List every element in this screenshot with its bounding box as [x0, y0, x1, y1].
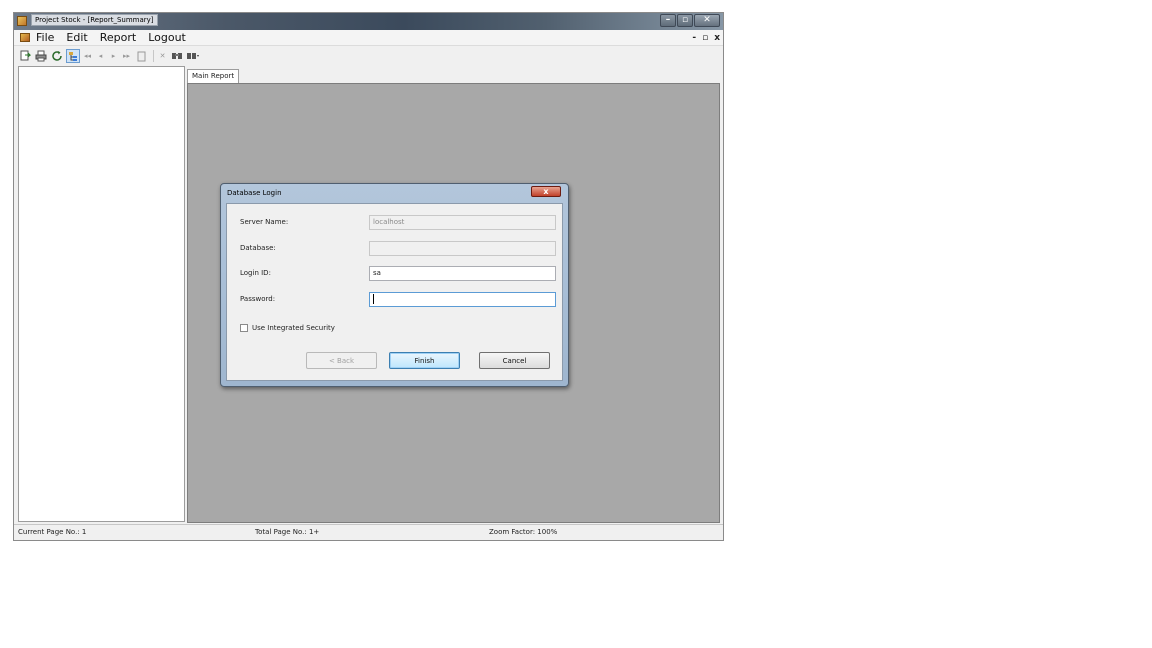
export-icon[interactable] [18, 49, 32, 63]
mdi-close-button[interactable]: x [714, 31, 720, 45]
close-window-button[interactable]: ✕ [694, 14, 720, 27]
zoom-factor-status: Zoom Factor: 100% [489, 528, 558, 536]
current-page-status: Current Page No.: 1 [18, 528, 87, 536]
window-title: Project Stock - [Report_Summary] [31, 14, 158, 26]
toggle-group-tree-icon[interactable] [66, 49, 80, 63]
dialog-body: Server Name: localhost Database: Login I… [226, 203, 563, 381]
mdi-controls: - ▫ x [686, 31, 720, 45]
database-label: Database: [240, 244, 276, 252]
last-page-icon[interactable]: ▸▸ [121, 49, 132, 63]
goto-page-icon[interactable] [134, 49, 148, 63]
search-icon[interactable] [170, 49, 184, 63]
app-icon [17, 16, 27, 26]
dialog-close-button[interactable]: x [531, 186, 561, 197]
zoom-icon[interactable] [186, 49, 200, 63]
status-bar: Current Page No.: 1 Total Page No.: 1+ Z… [14, 524, 723, 540]
app-window: Project Stock - [Report_Summary] – ▫ ✕ F… [13, 12, 724, 541]
mdi-minimize-button[interactable]: - [692, 31, 696, 45]
dialog-title: Database Login [227, 189, 282, 197]
report-viewer[interactable]: Database Login x Server Name: localhost … [187, 83, 720, 523]
server-name-label: Server Name: [240, 218, 289, 226]
next-page-icon[interactable]: ▸ [108, 49, 119, 63]
menu-file[interactable]: File [36, 31, 54, 45]
maximize-button[interactable]: ▫ [677, 14, 693, 27]
text-caret [373, 294, 374, 304]
mdi-child-icon[interactable] [20, 33, 30, 42]
menu-bar: File Edit Report Logout - ▫ x [14, 30, 723, 46]
first-page-icon[interactable]: ◂◂ [82, 49, 93, 63]
menu-edit[interactable]: Edit [66, 31, 87, 45]
back-button[interactable]: < Back [306, 352, 377, 369]
total-page-status: Total Page No.: 1+ [255, 528, 320, 536]
group-tree-panel[interactable] [18, 66, 185, 522]
title-bar[interactable]: Project Stock - [Report_Summary] – ▫ ✕ [14, 13, 723, 30]
minimize-button[interactable]: – [660, 14, 676, 27]
tab-main-report[interactable]: Main Report [187, 69, 240, 84]
menu-logout[interactable]: Logout [148, 31, 186, 45]
print-icon[interactable] [34, 49, 48, 63]
login-id-label: Login ID: [240, 269, 271, 277]
server-name-field: localhost [369, 215, 556, 230]
database-login-dialog: Database Login x Server Name: localhost … [220, 183, 569, 387]
password-field[interactable] [369, 292, 556, 307]
password-label: Password: [240, 295, 276, 303]
login-id-field[interactable]: sa [369, 266, 556, 281]
cancel-button[interactable]: Cancel [479, 352, 550, 369]
window-controls: – ▫ ✕ [659, 14, 720, 27]
finish-button[interactable]: Finish [389, 352, 460, 369]
menu-report[interactable]: Report [100, 31, 136, 45]
toolbar-separator [153, 50, 154, 62]
integrated-security-checkbox[interactable] [240, 324, 248, 332]
mdi-restore-button[interactable]: ▫ [702, 31, 708, 45]
previous-page-icon[interactable]: ◂ [95, 49, 106, 63]
integrated-security-label: Use Integrated Security [252, 324, 335, 332]
report-toolbar: ◂◂ ◂ ▸ ▸▸ ✕ [14, 47, 723, 65]
close-view-icon[interactable]: ✕ [157, 49, 168, 63]
refresh-icon[interactable] [50, 49, 64, 63]
database-field [369, 241, 556, 256]
integrated-security-option[interactable]: Use Integrated Security [240, 324, 335, 332]
